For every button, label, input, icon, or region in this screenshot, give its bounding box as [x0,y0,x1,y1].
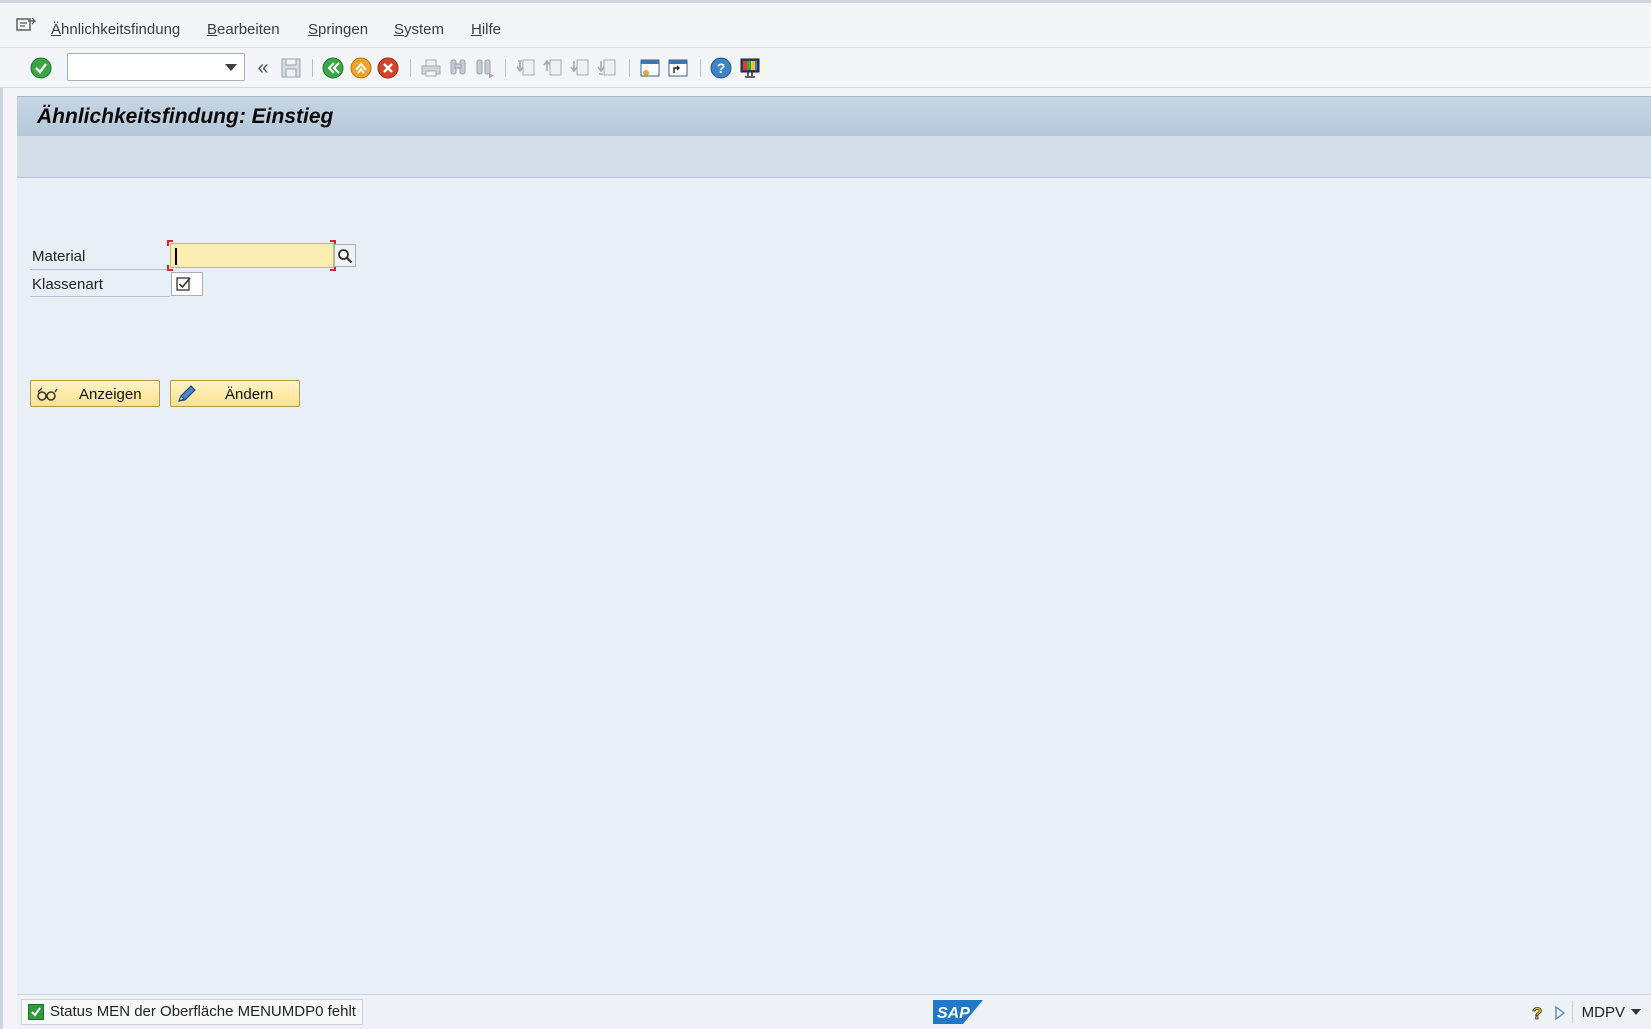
svg-text:SAP: SAP [937,1005,970,1022]
status-message-text: Status MEN der Oberfläche MENUMDP0 fehlt [50,1003,356,1020]
back-icon[interactable] [321,56,345,80]
find-next-icon[interactable] [473,56,497,80]
menu-system[interactable]: System [394,21,444,38]
checkmark-icon [176,277,191,291]
change-button[interactable]: Ändern [170,380,300,407]
display-button[interactable]: Anzeigen [30,380,160,407]
required-marker [167,265,173,271]
chevron-down-icon[interactable] [225,64,237,71]
toolbar-separator [629,59,630,77]
exit-icon[interactable] [349,56,373,80]
enter-icon[interactable] [29,56,53,80]
klassenart-checkbox[interactable] [171,272,203,296]
save-icon[interactable] [279,56,303,80]
pencil-icon [178,385,196,402]
sap-logo-icon: SAP [933,1000,983,1024]
menu-springen[interactable]: Springen [308,21,368,38]
application-toolbar [17,136,1651,178]
success-icon [28,1004,44,1020]
expand-arrow-icon[interactable] [1555,1006,1565,1020]
toolbar-separator [410,59,411,77]
screen-title-bar: Ähnlichkeitsfindung: Einstieg [17,96,1651,136]
search-icon [338,248,353,263]
next-page-icon[interactable] [568,56,592,80]
command-field[interactable] [67,53,245,81]
menu-bearbeiten[interactable]: Bearbeiten [207,21,280,38]
find-icon[interactable] [446,56,470,80]
toolbar-separator [700,59,701,77]
svg-text:?: ? [1532,1004,1542,1022]
window-left-border [0,48,3,1029]
status-bar: Status MEN der Oberfläche MENUMDP0 fehlt… [17,994,1651,1029]
menu-hilfe[interactable]: Hilfe [471,21,501,38]
svg-text:?: ? [717,60,726,76]
chevron-down-icon[interactable] [1631,1009,1641,1015]
menu-icon[interactable] [16,17,36,33]
label-underline [30,269,170,270]
collapse-command-icon[interactable]: « [251,56,275,80]
material-input[interactable] [170,243,334,268]
help-question-icon[interactable]: ? [1531,1004,1545,1022]
change-button-label: Ändern [225,386,274,403]
shortcut-icon[interactable] [666,56,690,80]
previous-page-icon[interactable] [541,56,565,80]
page-title: Ähnlichkeitsfindung: Einstieg [37,105,334,128]
first-page-icon[interactable] [514,56,538,80]
required-marker [167,240,173,246]
print-icon[interactable] [419,56,443,80]
last-page-icon[interactable] [595,56,619,80]
display-button-label: Anzeigen [79,386,142,403]
glasses-icon [37,387,58,401]
system-name[interactable]: MDPV [1582,1004,1625,1021]
klassenart-label: Klassenart [32,276,103,293]
menu-bar: Ähnlichkeitsfindung Bearbeiten Springen … [0,0,1651,48]
menu-aehnlichkeitsfindung[interactable]: Ähnlichkeitsfindung [51,21,180,38]
value-help-button[interactable] [334,244,356,267]
standard-toolbar: « ? [0,48,1651,88]
text-cursor [175,248,177,265]
screen-body [17,178,1651,994]
toolbar-separator [505,59,506,77]
cancel-icon[interactable] [376,56,400,80]
create-session-icon[interactable] [638,56,662,80]
customize-layout-icon[interactable] [738,56,762,80]
status-separator [1572,1001,1573,1023]
toolbar-separator [312,59,313,77]
material-label: Material [32,248,86,265]
status-message[interactable]: Status MEN der Oberfläche MENUMDP0 fehlt [21,999,363,1025]
label-underline [30,296,170,297]
help-icon[interactable]: ? [709,56,733,80]
